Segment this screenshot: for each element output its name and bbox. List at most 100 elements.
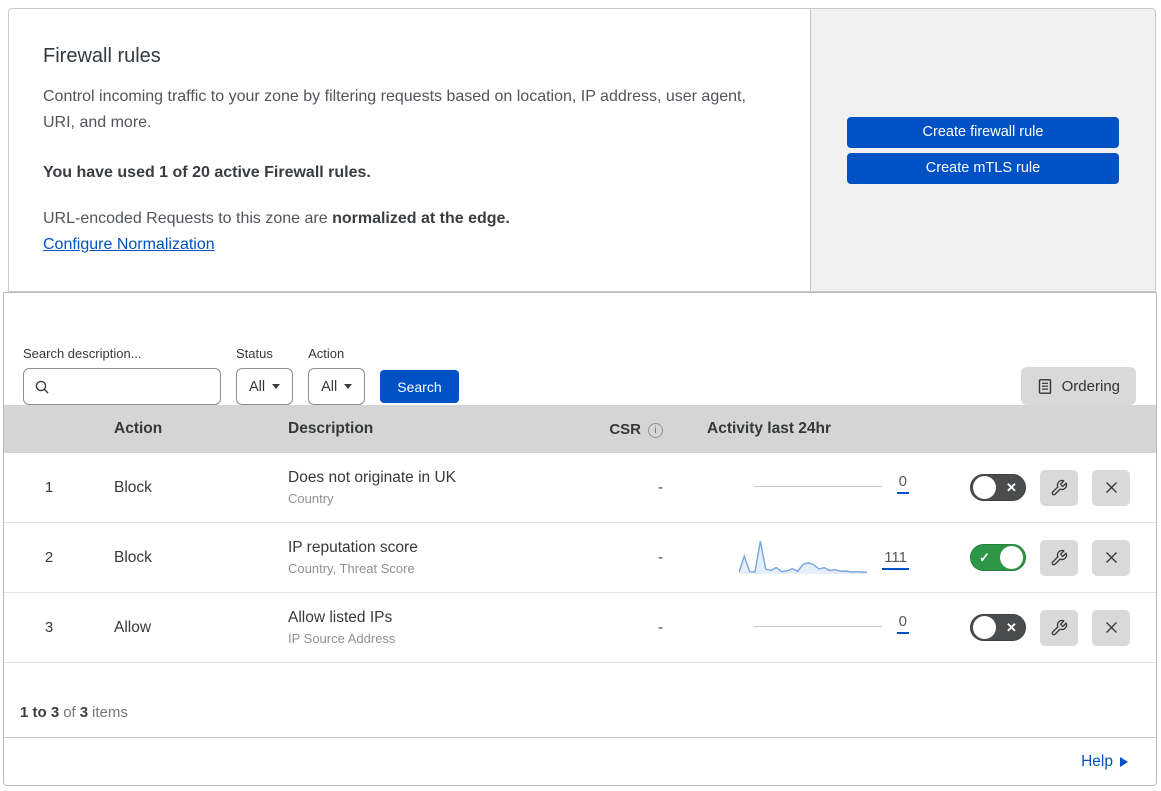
items-range: 1 to 3 [20,704,60,721]
items-word: items [92,704,128,721]
action-column-header: Action [114,420,163,437]
activity-count-link[interactable]: 0 [896,473,909,494]
items-of: of [63,704,76,721]
rule-enabled-toggle[interactable]: ✓ [970,544,1026,571]
rule-action: Block [114,478,152,496]
help-link[interactable]: Help [1081,753,1128,771]
table-row: 3 Allow Allow listed IPs IP Source Addre… [4,593,1156,663]
edit-rule-button[interactable] [1040,469,1078,506]
help-bar: Help [4,737,1156,785]
search-input[interactable] [58,378,239,395]
rule-controls: ✓ [909,539,1156,576]
action-filter-group: Action All [308,346,366,405]
activity-count-link[interactable]: 111 [882,549,909,570]
toggle-knob [973,616,996,639]
create-firewall-rule-button[interactable]: Create firewall rule [847,116,1119,148]
arrow-right-icon [1120,757,1128,767]
toggle-on-icon: ✓ [979,549,990,565]
delete-rule-button[interactable] [1092,469,1130,506]
rule-controls: ✕ [909,469,1156,506]
rule-controls: ✕ [909,609,1156,646]
ordering-label: Ordering [1061,377,1120,395]
status-value: All [249,378,266,395]
wrench-icon [1050,479,1068,497]
table-row: 2 Block IP reputation score Country, Thr… [4,523,1156,593]
rule-title: IP reputation score [288,539,418,556]
activity-sparkline [739,540,868,574]
table-header: Action Description CSR i Activity last 24… [4,405,1156,453]
wrench-icon [1050,549,1068,567]
chevron-down-icon [272,384,281,389]
rule-priority: 3 [44,619,54,636]
rule-description: IP reputation score Country, Threat Scor… [268,539,589,576]
action-dropdown[interactable]: All [308,368,366,405]
activity-sparkline-flat [753,486,882,487]
delete-rule-button[interactable] [1092,609,1130,646]
status-label: Status [236,346,273,361]
csr-column-header: CSR i [589,421,669,438]
status-dropdown[interactable]: All [236,368,294,405]
status-filter-group: Status All [236,346,294,405]
ordering-button[interactable]: Ordering [1020,367,1136,405]
rule-action: Allow [114,618,152,636]
rule-activity: 111 [669,537,909,578]
ordering-list-icon [1037,378,1053,395]
header-card: Firewall rules Control incoming traffic … [8,8,1156,292]
search-group: Search description... [23,346,239,405]
rule-csr: - [658,549,663,566]
actions-panel: Create firewall rule Create mTLS rule [810,8,1156,292]
page-description: Control incoming traffic to your zone by… [43,88,746,131]
rule-title: Does not originate in UK [288,469,457,486]
close-icon [1103,619,1120,636]
search-icon [34,379,50,395]
rule-enabled-toggle[interactable]: ✕ [970,474,1026,501]
page-title: Firewall rules [43,45,161,67]
search-button[interactable]: Search [380,370,459,403]
toggle-knob [1000,546,1023,569]
edit-rule-button[interactable] [1040,609,1078,646]
search-label: Search description... [23,346,142,361]
configure-normalization-link[interactable]: Configure Normalization [43,236,215,253]
rule-description: Does not originate in UK Country [268,469,589,506]
rule-activity: 0 [669,473,909,502]
firewall-rules-page: Firewall rules Control incoming traffic … [0,0,1161,791]
rule-priority: 1 [44,479,54,496]
rule-csr: - [658,619,663,636]
action-label: Action [308,346,345,361]
toggle-knob [973,476,996,499]
usage-note: You have used 1 of 20 active Firewall ru… [43,163,371,181]
delete-rule-button[interactable] [1092,539,1130,576]
items-total: 3 [79,704,89,721]
rules-panel: Search description... Status All Action [3,292,1157,786]
header-text-panel: Firewall rules Control incoming traffic … [8,8,810,292]
rule-csr: - [658,479,663,496]
edit-rule-button[interactable] [1040,539,1078,576]
normalization-prefix: URL-encoded Requests to this zone are [43,209,333,227]
toggle-off-icon: ✕ [1006,619,1017,635]
close-icon [1103,549,1120,566]
rule-fields: Country, Threat Score [288,561,415,576]
activity-column-header: Activity last 24hr [707,420,832,437]
activity-count-link[interactable]: 0 [896,613,909,634]
rule-fields: IP Source Address [288,631,396,646]
info-icon[interactable]: i [648,422,663,438]
table-row: 1 Block Does not originate in UK Country… [4,453,1156,523]
toggle-off-icon: ✕ [1006,479,1017,495]
pagination-summary: 1 to 3 of 3 items [4,663,1156,737]
create-mtls-rule-button[interactable]: Create mTLS rule [847,152,1119,184]
activity-sparkline-flat [753,626,882,627]
rule-enabled-toggle[interactable]: ✕ [970,614,1026,641]
rule-fields: Country [288,491,334,506]
close-icon [1103,479,1120,496]
description-column-header: Description [288,420,374,437]
filter-bar: Search description... Status All Action [4,293,1156,405]
action-value: All [321,378,338,395]
rule-description: Allow listed IPs IP Source Address [268,609,589,646]
chevron-down-icon [344,384,353,389]
rule-action: Block [114,548,152,566]
help-label: Help [1081,752,1113,770]
normalization-note: URL-encoded Requests to this zone are no… [43,210,770,228]
rule-activity: 0 [669,613,909,642]
wrench-icon [1050,619,1068,637]
normalization-bold: normalized at the edge. [332,209,510,227]
